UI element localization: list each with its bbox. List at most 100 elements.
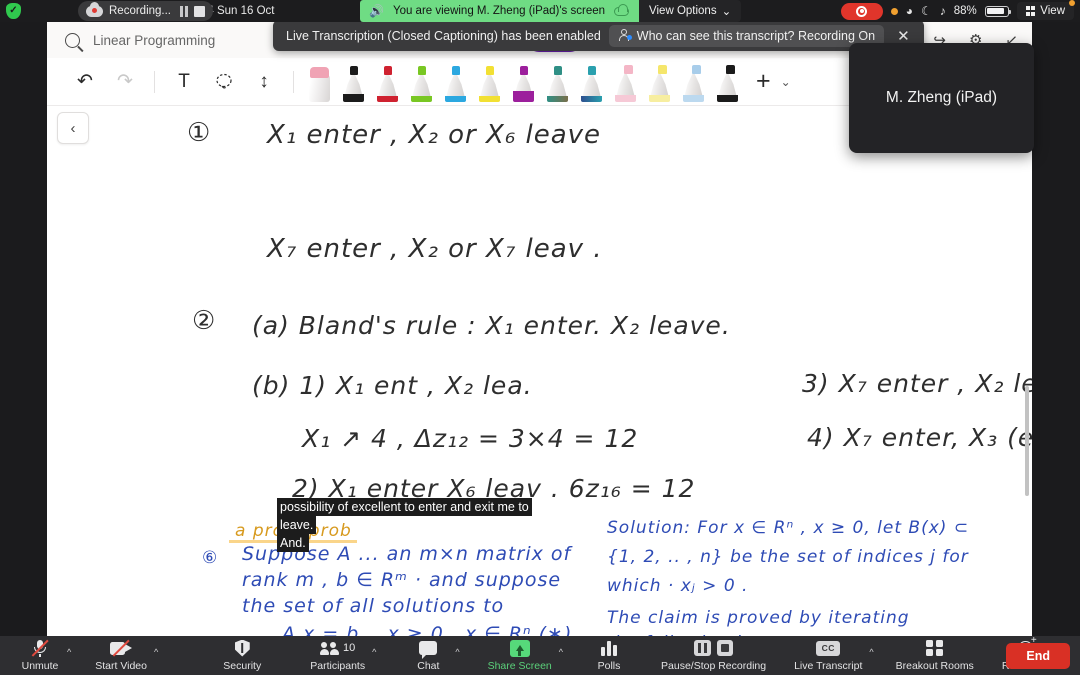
text-tool-button[interactable]: T — [164, 71, 204, 93]
shield-check-icon[interactable]: ✓ — [6, 3, 21, 19]
live-transcription-banner: Live Transcription (Closed Captioning) h… — [273, 20, 924, 51]
security-label: Security — [223, 659, 262, 672]
search-input[interactable]: Linear Programming — [93, 33, 215, 48]
toolbar-item-polls[interactable]: Polls — [583, 636, 635, 675]
toolbar-item-participants[interactable]: 10 Participants ^ — [304, 636, 376, 675]
recording-status-pill[interactable]: Recording... — [78, 1, 214, 21]
share-screen-icon — [509, 639, 530, 657]
person-icon — [618, 29, 632, 42]
battery-icon[interactable] — [984, 5, 1011, 17]
tool-eraser[interactable] — [309, 62, 330, 102]
view-options-button[interactable]: View Options ⌄ — [639, 0, 742, 22]
pen-yellow[interactable] — [479, 62, 500, 102]
apps-button[interactable]: Apps — [1076, 636, 1080, 675]
unmute-label: Unmute — [21, 659, 59, 672]
pen-teal[interactable] — [547, 62, 568, 102]
handwriting-line: (b) 1) X₁ ent , X₂ lea. — [252, 371, 533, 400]
handwriting-line: A x = b. , x ≥ 0 , x ∈ Rⁿ (∗) — [282, 623, 573, 637]
notification-badge — [1069, 0, 1075, 6]
menubar-right-group: ◕ ☾ ♪ 88% View — [840, 0, 1080, 22]
video-thumbnail-panel[interactable]: M. Zheng (iPad) — [849, 43, 1034, 153]
add-pen-button[interactable]: + — [756, 67, 771, 96]
page-back-button[interactable]: ‹ — [57, 112, 89, 144]
highlighter-pink[interactable] — [615, 62, 636, 102]
pen-darkteal[interactable] — [581, 62, 602, 102]
canvas-scrollbar[interactable] — [1025, 386, 1029, 496]
orange-indicator-dot — [890, 7, 898, 15]
chevron-up-icon[interactable]: ^ — [559, 647, 563, 657]
pen-black[interactable] — [343, 62, 364, 102]
highlighter-blue[interactable] — [683, 62, 704, 102]
handwriting-line: X₁ ↗ 4 , Δz₁₂ = 3×4 = 12 — [302, 424, 639, 453]
redo-button[interactable]: ↷ — [105, 70, 145, 93]
camera-off-icon — [110, 639, 133, 657]
insert-space-button[interactable]: ↕ — [244, 71, 284, 93]
chevron-up-icon[interactable]: ^ — [67, 647, 71, 657]
close-icon[interactable]: ✕ — [892, 27, 915, 45]
share-screen-button[interactable]: Share Screen — [482, 636, 558, 675]
marker-black[interactable] — [717, 62, 738, 102]
start-video-button[interactable]: Start Video — [89, 636, 153, 675]
handwriting-line: {1, 2, .. , n} be the set of indices j f… — [607, 547, 969, 567]
toolbar-item-chat[interactable]: Chat ^ — [402, 636, 460, 675]
chevron-up-icon[interactable]: ^ — [154, 647, 158, 657]
pen-purple[interactable] — [513, 62, 534, 102]
shield-icon — [234, 639, 250, 657]
breakout-rooms-button[interactable]: Breakout Rooms — [890, 636, 980, 675]
end-meeting-button[interactable]: End — [1006, 642, 1070, 669]
chevron-up-icon[interactable]: ^ — [869, 647, 873, 657]
cloud-icon — [614, 3, 630, 16]
who-can-see-transcript-button[interactable]: Who can see this transcript? Recording O… — [608, 24, 885, 47]
note-canvas[interactable]: ① X₁ enter , X₂ or X₆ leave X₇ enter , X₂ … — [47, 106, 1032, 637]
chevron-down-icon[interactable]: ⌄ — [781, 75, 791, 89]
handwriting-line: ⑥ — [202, 548, 219, 568]
caption-line-1: possibility of excellent to enter and ex… — [277, 498, 532, 516]
closed-caption-icon: CC — [816, 640, 841, 657]
toolbar-item-breakout-rooms[interactable]: Breakout Rooms — [890, 636, 980, 675]
toolbar-item-unmute[interactable]: Unmute ^ — [14, 636, 71, 675]
pen-green[interactable] — [411, 62, 432, 102]
stop-icon[interactable] — [194, 5, 206, 17]
pen-blue[interactable] — [445, 62, 466, 102]
lasso-select-icon[interactable] — [204, 72, 244, 92]
live-transcript-button[interactable]: CC Live Transcript — [788, 636, 868, 675]
viewing-screen-pill[interactable]: 🔊 You are viewing M. Zheng (iPad)'s scre… — [360, 0, 640, 22]
wifi-icon[interactable]: ◕ — [906, 5, 913, 17]
handwriting-line: X₇ enter , X₂ or X₇ leav . — [267, 234, 603, 264]
security-button[interactable]: Security — [216, 636, 268, 675]
moon-icon[interactable]: ☾ — [921, 5, 932, 17]
toolbar-item-live-transcript[interactable]: CC Live Transcript ^ — [788, 636, 874, 675]
handwriting-line: 3) X₇ enter , X₂ lea — [802, 369, 1032, 398]
screen-root: ✓ 21:54 Sun 16 Oct Recording... 🔊 You ar… — [0, 0, 1080, 675]
highlighter-yellow[interactable] — [649, 62, 670, 102]
pause-stop-recording-label: Pause/Stop Recording — [661, 659, 767, 672]
participants-button[interactable]: 10 Participants — [304, 636, 371, 675]
chevron-up-icon[interactable]: ^ — [372, 647, 376, 657]
live-caption-overlay: possibility of excellent to enter and ex… — [277, 498, 532, 552]
chevron-up-icon[interactable]: ^ — [455, 647, 459, 657]
pause-stop-recording-button[interactable]: Pause/Stop Recording — [655, 636, 772, 675]
handwriting-line: 4) X₇ enter, X₃ (ea — [807, 423, 1032, 452]
pen-red[interactable] — [377, 62, 398, 102]
view-options-label: View Options — [649, 5, 717, 17]
handwriting-line: which · xⱼ > 0 . — [607, 576, 749, 596]
undo-button[interactable]: ↶ — [65, 70, 105, 93]
breakout-rooms-label: Breakout Rooms — [895, 659, 974, 672]
headphones-icon[interactable]: ♪ — [940, 5, 946, 17]
chat-button[interactable]: Chat — [402, 636, 454, 675]
record-button[interactable] — [840, 2, 883, 20]
pause-icon[interactable] — [180, 5, 189, 17]
toolbar-item-share-screen[interactable]: Share Screen ^ — [482, 636, 563, 675]
unmute-button[interactable]: Unmute — [14, 636, 66, 675]
handwriting-line: X₁ enter , X₂ or X₆ leave — [267, 120, 602, 150]
chat-bubble-icon — [419, 640, 438, 659]
search-bar[interactable]: Linear Programming — [47, 32, 215, 48]
toolbar-item-pause-stop-recording[interactable]: Pause/Stop Recording — [655, 636, 772, 675]
caption-line-2: leave. — [277, 516, 317, 534]
toolbar-item-apps[interactable]: Apps — [1076, 636, 1080, 675]
toolbar-item-security[interactable]: Security — [216, 636, 268, 675]
speaker-icon: 🔊 — [369, 4, 384, 18]
polls-button[interactable]: Polls — [583, 636, 635, 675]
toolbar-item-start-video[interactable]: Start Video ^ — [89, 636, 158, 675]
view-menu-button[interactable]: View — [1016, 0, 1075, 20]
